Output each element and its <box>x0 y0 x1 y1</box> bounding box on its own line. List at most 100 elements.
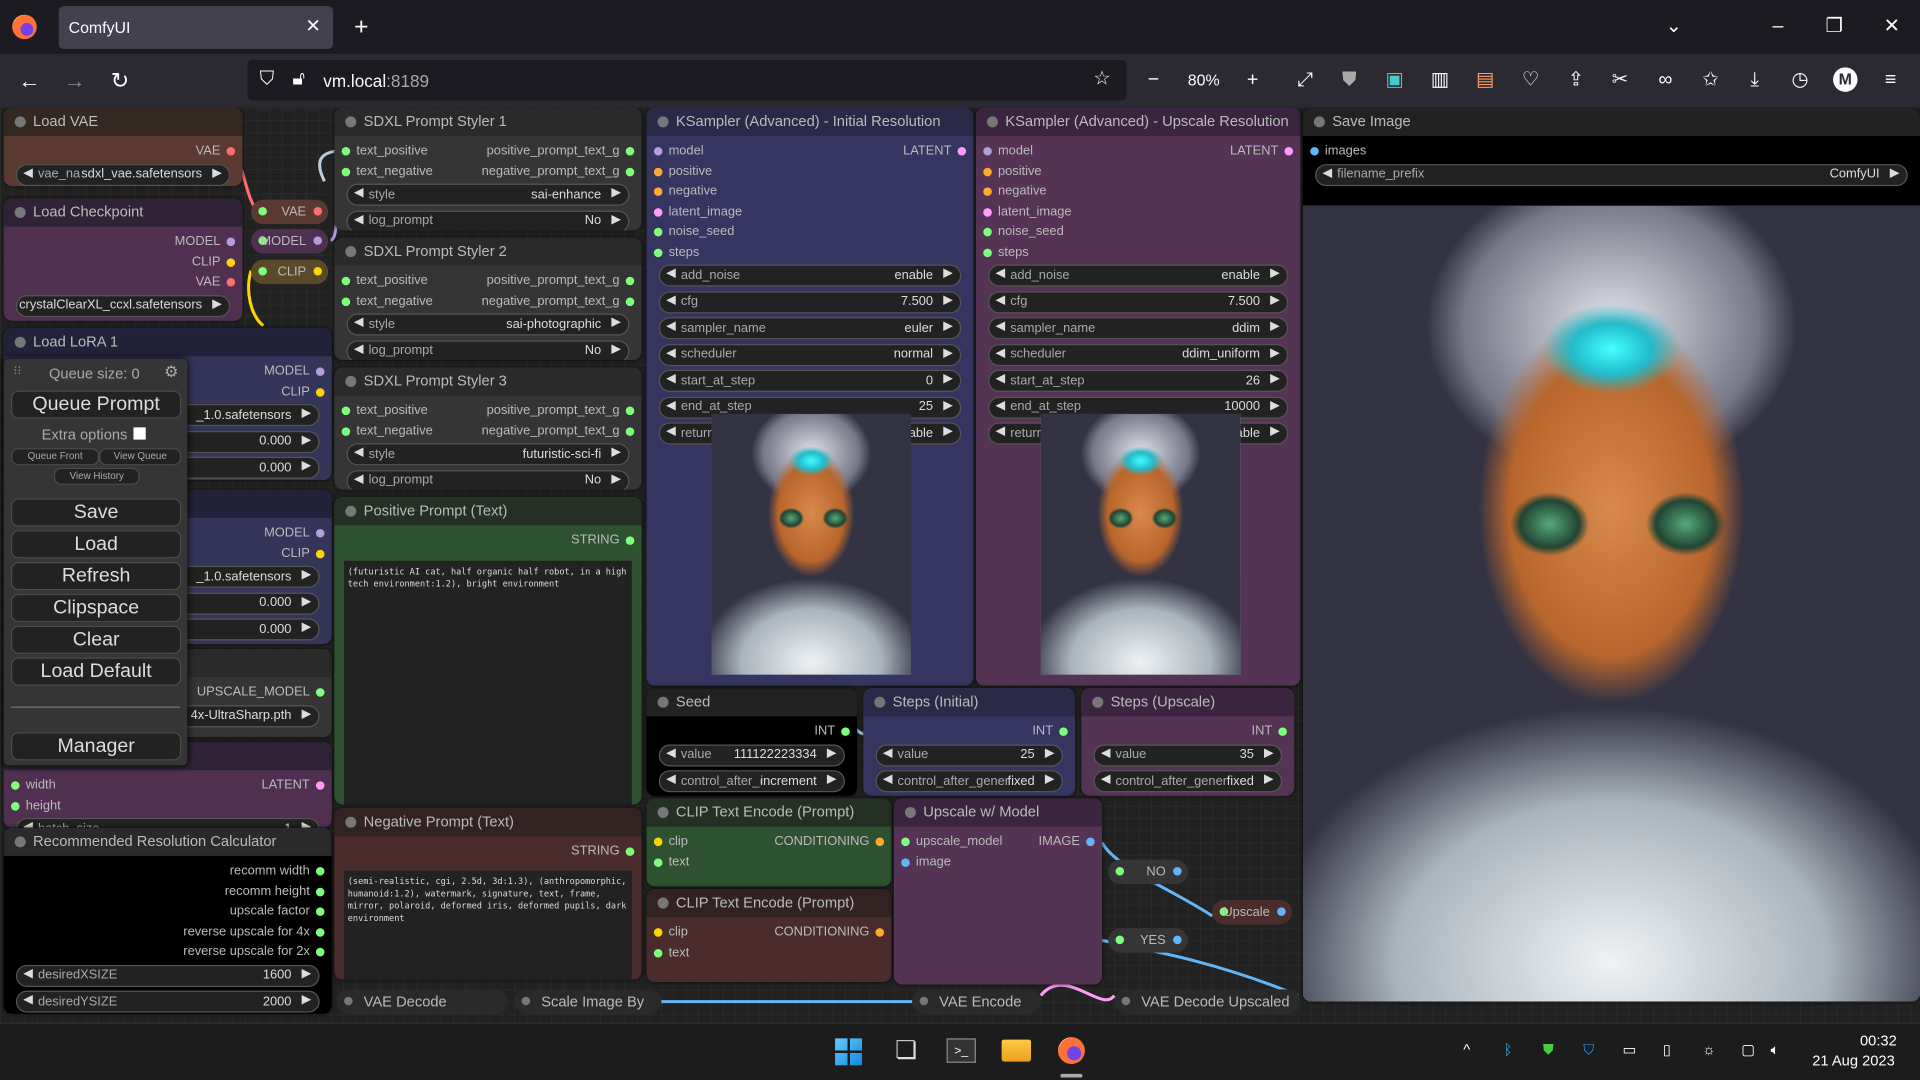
input-slot-dot[interactable] <box>11 781 20 790</box>
widget-scheduler[interactable]: ◀ scheduler ddim_uniform ▶ <box>988 343 1289 366</box>
node-styler2[interactable]: SDXL Prompt Styler 2 text_positive positiv… <box>334 237 642 361</box>
input-slot-dot[interactable] <box>653 167 663 176</box>
arrow-right-icon[interactable]: ▶ <box>302 967 311 980</box>
output-slot-dot[interactable] <box>226 277 236 287</box>
arrow-left-icon[interactable]: ◀ <box>354 212 363 225</box>
screenshot-icon[interactable]: ✂ <box>1608 69 1632 93</box>
input-slot-dot[interactable] <box>653 928 663 937</box>
arrow-right-icon[interactable]: ▶ <box>1270 372 1279 385</box>
arrow-right-icon[interactable]: ▶ <box>212 297 221 310</box>
input-slot-dot[interactable] <box>983 207 992 217</box>
node-seed[interactable]: Seed INT ◀ value 111122223334 ▶ ◀ control_after… <box>646 688 858 796</box>
arrow-left-icon[interactable]: ◀ <box>666 267 675 280</box>
output-slot-dot[interactable] <box>315 907 325 916</box>
node-rrc[interactable]: Recommended Resolution Calculator recomm … <box>3 827 332 1014</box>
output-slot-dot[interactable] <box>625 426 635 436</box>
output-slot-dot[interactable] <box>226 146 236 156</box>
arrow-right-icon[interactable]: ▶ <box>827 746 836 759</box>
output-slot-dot[interactable] <box>625 406 635 416</box>
file-explorer-icon[interactable] <box>1001 1039 1032 1062</box>
input-slot-dot[interactable] <box>983 227 992 237</box>
widget-value[interactable]: ◀ value 35 ▶ <box>1093 743 1283 766</box>
arrow-left-icon[interactable]: ◀ <box>996 293 1005 306</box>
output-slot-dot[interactable] <box>625 167 635 176</box>
output-image[interactable] <box>1040 413 1241 675</box>
manager-button[interactable]: Manager <box>11 732 182 761</box>
menu-icon[interactable]: ≡ <box>1878 69 1902 93</box>
input-slot-dot[interactable] <box>901 837 910 847</box>
output-image[interactable] <box>711 413 912 675</box>
node-pos-prompt[interactable]: Positive Prompt (Text) STRING (futuristic … <box>334 497 642 805</box>
output-slot-dot[interactable] <box>625 296 635 306</box>
input-slot-dot[interactable] <box>341 167 351 176</box>
load-button[interactable]: Load <box>11 530 182 559</box>
node-load-vae[interactable]: Load VAE VAE ◀ vae_name sdxl_vae.safetensors… <box>3 107 243 187</box>
input-slot-dot[interactable] <box>653 227 663 237</box>
screen-icon[interactable]: ▤ <box>1473 69 1497 93</box>
arrow-right-icon[interactable]: ▶ <box>1264 773 1273 786</box>
node-upscale-model[interactable]: Upscale w/ Model upscale_model IMAGE image <box>893 798 1103 985</box>
widget-sampler-name[interactable]: ◀ sampler_name euler ▶ <box>658 317 962 340</box>
output-image[interactable] <box>1302 205 1920 1002</box>
node-ks2[interactable]: KSampler (Advanced) - Upscale Resolution… <box>975 107 1301 686</box>
arrow-right-icon[interactable]: ▶ <box>302 568 311 581</box>
node-neg-prompt[interactable]: Negative Prompt (Text) STRING (semi-realis… <box>334 808 642 980</box>
widget-control-after-generate[interactable]: ◀ control_after_generate fixed ▶ <box>875 770 1063 793</box>
widget-control-after-generate[interactable]: ◀ control_after_generate fixed ▶ <box>1093 770 1283 793</box>
arrow-left-icon[interactable]: ◀ <box>666 293 675 306</box>
arrow-right-icon[interactable]: ▶ <box>611 472 620 485</box>
close-tab-icon[interactable]: ✕ <box>305 15 320 37</box>
widget-cfg[interactable]: ◀ cfg 7.500 ▶ <box>988 290 1289 313</box>
arrow-right-icon[interactable]: ▶ <box>943 293 952 306</box>
windows-start-icon[interactable] <box>835 1038 863 1066</box>
arrow-right-icon[interactable]: ▶ <box>302 621 311 634</box>
input-slot-dot[interactable] <box>653 187 663 196</box>
arrow-left-icon[interactable]: ◀ <box>354 472 363 485</box>
share-icon[interactable]: ⇪ <box>1564 69 1588 93</box>
arrow-right-icon[interactable]: ▶ <box>1270 293 1279 306</box>
node-title[interactable]: KSampler (Advanced) - Upscale Resolution <box>975 107 1301 136</box>
node-title[interactable]: KSampler (Advanced) - Initial Resolution <box>646 107 974 136</box>
drag-handle-icon[interactable]: ⁝⁝ <box>13 365 21 378</box>
output-slot-dot[interactable] <box>315 549 325 558</box>
restore-icon[interactable]: ❐ <box>1822 15 1846 39</box>
arrow-left-icon[interactable]: ◀ <box>666 372 675 385</box>
widget-control-after-generate[interactable]: ◀ control_after_generate increment ▶ <box>658 770 845 793</box>
node-title[interactable]: Positive Prompt (Text) <box>334 497 642 526</box>
arrow-left-icon[interactable]: ◀ <box>666 399 675 412</box>
input-slot-dot[interactable] <box>901 857 910 867</box>
clock-time[interactable]: 00:32 <box>1860 1032 1897 1049</box>
arrow-right-icon[interactable]: ▶ <box>302 407 311 420</box>
widget-batch-size[interactable]: ◀ batch_size 1 ▶ <box>15 817 320 828</box>
arrow-right-icon[interactable]: ▶ <box>611 212 620 225</box>
output-slot-dot[interactable] <box>1059 727 1068 736</box>
arrow-right-icon[interactable]: ▶ <box>943 399 952 412</box>
node-title[interactable]: Load Checkpoint <box>3 198 243 227</box>
extra-options-checkbox[interactable] <box>133 427 146 440</box>
arrow-right-icon[interactable]: ▶ <box>302 707 311 720</box>
output-slot-dot[interactable] <box>625 536 635 545</box>
collapsed-node-vae-decode-up[interactable]: VAE Decode Upscaled <box>1114 989 1301 1014</box>
output-slot-dot[interactable] <box>875 928 885 937</box>
widget-add-noise[interactable]: ◀ add_noise enable ▶ <box>658 264 962 287</box>
node-title[interactable]: Negative Prompt (Text) <box>334 808 642 837</box>
node-title[interactable]: SDXL Prompt Styler 2 <box>334 237 642 266</box>
zoom-out-icon[interactable]: − <box>1141 69 1165 93</box>
terminal-icon[interactable]: >_ <box>946 1038 976 1063</box>
widget-scheduler[interactable]: ◀ scheduler normal ▶ <box>658 343 962 366</box>
arrow-right-icon[interactable]: ▶ <box>302 993 311 1006</box>
queue-prompt-button[interactable]: Queue Prompt <box>11 390 182 419</box>
widget-start-at-step[interactable]: ◀ start_at_step 26 ▶ <box>988 369 1289 392</box>
arrow-left-icon[interactable]: ◀ <box>996 372 1005 385</box>
arrow-right-icon[interactable]: ▶ <box>1045 746 1054 759</box>
minimize-icon[interactable]: – <box>1766 15 1790 39</box>
clipspace-button[interactable]: Clipspace <box>11 593 182 623</box>
arrow-left-icon[interactable]: ◀ <box>996 346 1005 359</box>
slot-dot[interactable] <box>1115 866 1125 876</box>
view-queue-button[interactable]: View Queue <box>99 448 182 466</box>
arrow-left-icon[interactable]: ◀ <box>666 773 675 786</box>
slot-dot[interactable] <box>521 996 531 1006</box>
widget-value[interactable]: ◀ value 25 ▶ <box>875 743 1063 766</box>
defender-icon[interactable]: ⛉ <box>1583 1041 1594 1059</box>
output-slot-dot[interactable] <box>841 727 850 736</box>
